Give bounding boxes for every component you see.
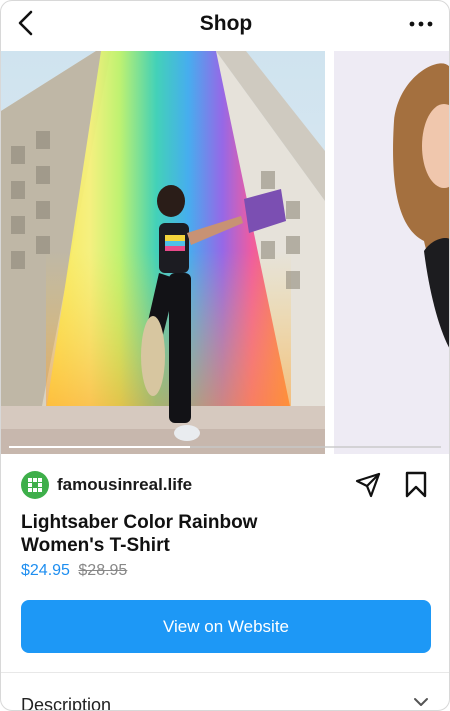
product-title-line-2: Women's T-Shirt xyxy=(21,535,170,556)
product-photo-model-closeup[interactable] xyxy=(334,51,449,454)
carousel-progress-track xyxy=(9,446,441,448)
carousel-progress-fill xyxy=(9,446,191,448)
product-photo-rainbow-mural[interactable] xyxy=(1,51,325,454)
bookmark-icon[interactable] xyxy=(405,471,427,499)
view-on-website-button[interactable]: View on Website xyxy=(21,600,431,653)
seller-logo-icon xyxy=(28,478,42,492)
product-image-carousel[interactable] xyxy=(1,51,449,454)
shop-product-screen: Shop famousinreal.life Lightsaber Color … xyxy=(0,0,450,711)
description-row[interactable]: Description xyxy=(1,673,449,711)
chevron-down-icon[interactable] xyxy=(413,697,429,707)
price-row: $24.95 $28.95 xyxy=(21,562,127,580)
description-label: Description xyxy=(21,695,112,711)
top-bar: Shop xyxy=(1,1,449,51)
product-title: Lightsaber Color Rainbow Women's T-Shirt xyxy=(21,511,321,557)
seller-row[interactable]: famousinreal.life xyxy=(21,470,192,500)
send-icon[interactable] xyxy=(354,471,382,499)
sale-price: $24.95 xyxy=(21,562,70,579)
page-title: Shop xyxy=(199,12,253,35)
seller-avatar[interactable] xyxy=(21,471,49,499)
original-price: $28.95 xyxy=(78,562,128,579)
product-title-line-1: Lightsaber Color Rainbow xyxy=(21,512,258,533)
more-horizontal-icon[interactable] xyxy=(409,20,433,28)
seller-name[interactable]: famousinreal.life xyxy=(57,475,192,495)
